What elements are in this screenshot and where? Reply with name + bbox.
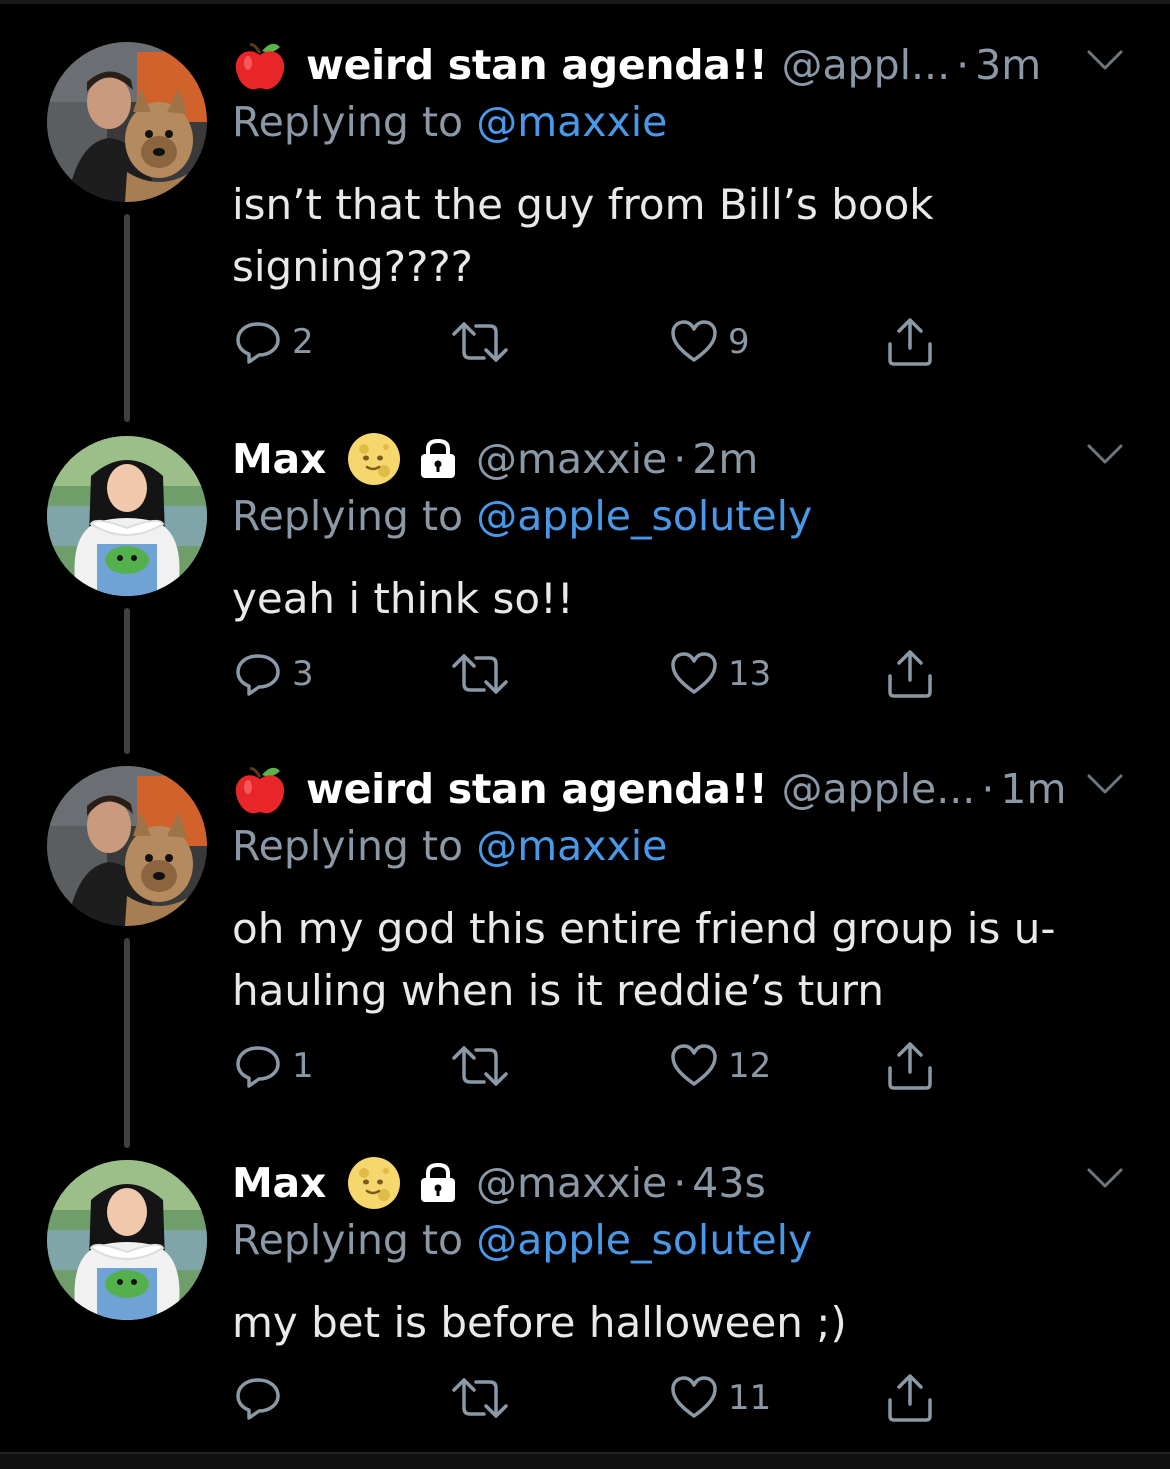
replying-to: Replying to @maxxie [232,98,667,146]
reply-count: 2 [292,322,314,362]
tweet-actions: 1 12 [232,1036,952,1096]
timestamp[interactable]: 2m [692,435,758,483]
replying-to: Replying to @maxxie [232,822,667,870]
reply-icon [236,654,280,696]
share-icon [888,650,932,698]
tweet-header: Max @maxxie · 43s [232,1152,766,1214]
reply-button[interactable] [232,1368,292,1428]
chevron-down-icon[interactable] [1086,442,1124,466]
avatar-apple-solutely[interactable] [47,766,207,926]
separator-dot: · [956,41,970,89]
tweet-text: isn’t that the guy from Bill’s book sign… [232,180,934,291]
like-button[interactable]: 13 [668,644,771,704]
replying-to-label: Replying to [232,1216,477,1264]
tweet-text: yeah i think so!! [232,574,574,623]
reply-icon [236,1378,280,1420]
reply-button[interactable]: 1 [232,1036,314,1096]
mention-link[interactable]: @apple_solutely [476,1216,812,1264]
heart-icon [671,320,717,362]
tweet-header: weird stan agenda!! @apple... · 1m [232,758,1066,820]
separator-dot: · [673,435,687,483]
retweet-button[interactable] [450,1036,518,1096]
thread-line [124,938,130,1148]
like-button[interactable]: 11 [668,1368,771,1428]
moon-face-icon [346,431,402,487]
red-apple-icon [232,37,288,93]
mention-link[interactable]: @maxxie [476,822,667,870]
timestamp[interactable]: 3m [975,41,1041,89]
moon-face-icon [346,1155,402,1211]
tweet-actions: 2 9 [232,312,952,372]
share-button[interactable] [884,312,936,372]
like-count: 11 [728,1378,772,1418]
display-name[interactable]: Max [232,1159,326,1207]
retweet-icon [452,1046,508,1086]
retweet-icon [452,1378,508,1418]
like-count: 13 [728,654,772,694]
replying-to-label: Replying to [232,98,477,146]
avatar-apple-solutely[interactable] [47,42,207,202]
red-apple-icon [232,761,288,817]
replying-to-label: Replying to [232,492,477,540]
replying-to: Replying to @apple_solutely [232,1216,812,1264]
top-border [0,0,1170,4]
avatar-maxxie[interactable] [47,436,207,596]
share-icon [888,318,932,366]
mention-link[interactable]: @maxxie [476,98,667,146]
retweet-icon [452,654,508,694]
display-name[interactable]: weird stan agenda!! [306,41,768,89]
heart-icon [671,652,717,694]
user-handle[interactable]: @maxxie [476,435,667,483]
lock-icon [416,437,460,481]
tweet-header: weird stan agenda!! @appl... · 3m [232,34,1041,96]
heart-icon [671,1376,717,1418]
tweet-actions: 11 [232,1368,952,1428]
timestamp[interactable]: 1m [1000,765,1066,813]
replying-to: Replying to @apple_solutely [232,492,812,540]
like-button[interactable]: 12 [668,1036,771,1096]
replying-to-label: Replying to [232,822,477,870]
bottom-border [0,1452,1170,1469]
timestamp[interactable]: 43s [692,1159,766,1207]
lock-icon [416,1161,460,1205]
user-handle[interactable]: @apple... [781,765,975,813]
tweet-header: Max @maxxie · 2m [232,428,758,490]
chevron-down-icon[interactable] [1086,1166,1124,1190]
share-button[interactable] [884,1368,936,1428]
retweet-button[interactable] [450,312,518,372]
chevron-down-icon[interactable] [1086,48,1124,72]
reply-button[interactable]: 2 [232,312,314,372]
share-button[interactable] [884,644,936,704]
tweet-actions: 3 13 [232,644,952,704]
retweet-button[interactable] [450,1368,518,1428]
share-icon [888,1374,932,1422]
heart-icon [671,1044,717,1086]
like-count: 9 [728,322,750,362]
tweet-text: my bet is before halloween ;) [232,1298,847,1347]
retweet-button[interactable] [450,644,518,704]
user-handle[interactable]: @maxxie [476,1159,667,1207]
avatar-maxxie[interactable] [47,1160,207,1320]
like-count: 12 [728,1046,772,1086]
reply-button[interactable]: 3 [232,644,314,704]
like-button[interactable]: 9 [668,312,750,372]
separator-dot: · [673,1159,687,1207]
user-handle[interactable]: @appl... [781,41,950,89]
share-icon [888,1042,932,1090]
display-name[interactable]: weird stan agenda!! [306,765,768,813]
thread-line [124,214,130,422]
retweet-icon [452,322,508,362]
reply-count: 3 [292,654,314,694]
thread-line [124,608,130,754]
reply-icon [236,1046,280,1088]
separator-dot: · [981,765,995,813]
mention-link[interactable]: @apple_solutely [476,492,812,540]
chevron-down-icon[interactable] [1086,772,1124,796]
reply-count: 1 [292,1046,314,1086]
display-name[interactable]: Max [232,435,326,483]
share-button[interactable] [884,1036,936,1096]
reply-icon [236,322,280,364]
tweet-text: oh my god this entire friend group is u-… [232,904,1056,1015]
